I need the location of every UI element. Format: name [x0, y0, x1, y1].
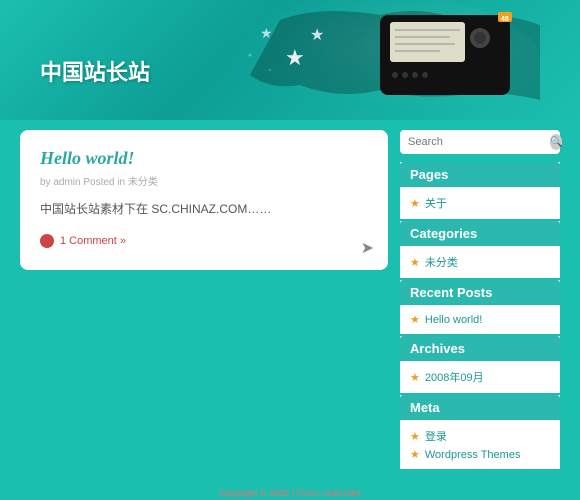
recent-link-0[interactable]: Hello world! [425, 314, 482, 326]
svg-text:48: 48 [501, 16, 509, 23]
comment-bubble-icon [40, 234, 54, 248]
star-icon: ★ [410, 371, 420, 384]
sidebar-item-categories-0: ★ 未分类 [410, 252, 550, 272]
search-box[interactable]: 🔍 [400, 130, 560, 154]
svg-text:★: ★ [310, 27, 324, 44]
comment-link[interactable]: 1 Comment » [60, 235, 126, 247]
post-arrow-icon: ➤ [361, 238, 374, 258]
sidebar-section-header-categories: Categories [400, 221, 560, 246]
post-title: Hello world! [40, 148, 368, 169]
post-excerpt: 中国站长站素材下在 SC.CHINAZ.COM…… [40, 200, 368, 218]
meta-link-0[interactable]: 登录 [425, 428, 447, 444]
content-area: Hello world! by admin Posted in 未分类 中国站长… [20, 130, 388, 480]
sidebar-section-meta: Meta ★ 登录 ★ Wordpress Themes [400, 395, 560, 469]
sidebar-item-pages-0: ★ 关于 [410, 193, 550, 213]
post-card: Hello world! by admin Posted in 未分类 中国站长… [20, 130, 388, 270]
post-meta: by admin Posted in 未分类 [40, 173, 368, 188]
search-input[interactable] [408, 136, 550, 148]
sidebar-section-content-meta: ★ 登录 ★ Wordpress Themes [400, 420, 560, 469]
sidebar-section-content-categories: ★ 未分类 [400, 246, 560, 278]
sidebar-section-content-pages: ★ 关于 [400, 187, 560, 219]
site-title: 中国站长站 [40, 55, 150, 87]
sidebar-section-header-pages: Pages [400, 162, 560, 187]
site-header: ★ ★ ★ 48 中国站长站 [0, 0, 580, 120]
search-icon[interactable]: 🔍 [550, 134, 562, 150]
pages-link-0[interactable]: 关于 [425, 195, 447, 211]
post-footer: 1 Comment » [40, 234, 368, 248]
site-footer: Copyright © 2009 | From: ucah bies [0, 488, 580, 498]
meta-link-1[interactable]: Wordpress Themes [425, 449, 521, 461]
archives-link-0[interactable]: 2008年09月 [425, 369, 484, 385]
sidebar-section-header-archives: Archives [400, 336, 560, 361]
svg-text:★: ★ [260, 25, 273, 41]
sidebar-item-meta-1: ★ Wordpress Themes [410, 446, 550, 463]
svg-text:★: ★ [285, 45, 305, 70]
star-icon: ★ [410, 256, 420, 269]
star-icon: ★ [410, 313, 420, 326]
categories-link-0[interactable]: 未分类 [425, 254, 458, 270]
star-icon: ★ [410, 448, 420, 461]
sidebar-section-pages: Pages ★ 关于 [400, 162, 560, 219]
sidebar-item-recent-0: ★ Hello world! [410, 311, 550, 328]
main-container: Hello world! by admin Posted in 未分类 中国站长… [0, 120, 580, 490]
sidebar-section-content-recent-posts: ★ Hello world! [400, 305, 560, 334]
sidebar-section-header-recent-posts: Recent Posts [400, 280, 560, 305]
sidebar-section-categories: Categories ★ 未分类 [400, 221, 560, 278]
star-icon: ★ [410, 430, 420, 443]
sidebar-item-archives-0: ★ 2008年09月 [410, 367, 550, 387]
sidebar-section-header-meta: Meta [400, 395, 560, 420]
sidebar: 🔍 Pages ★ 关于 Categories ★ 未分类 [400, 130, 560, 480]
sidebar-section-content-archives: ★ 2008年09月 [400, 361, 560, 393]
star-icon: ★ [410, 197, 420, 210]
sidebar-item-meta-0: ★ 登录 [410, 426, 550, 446]
sidebar-section-recent-posts: Recent Posts ★ Hello world! [400, 280, 560, 334]
sidebar-section-archives: Archives ★ 2008年09月 [400, 336, 560, 393]
